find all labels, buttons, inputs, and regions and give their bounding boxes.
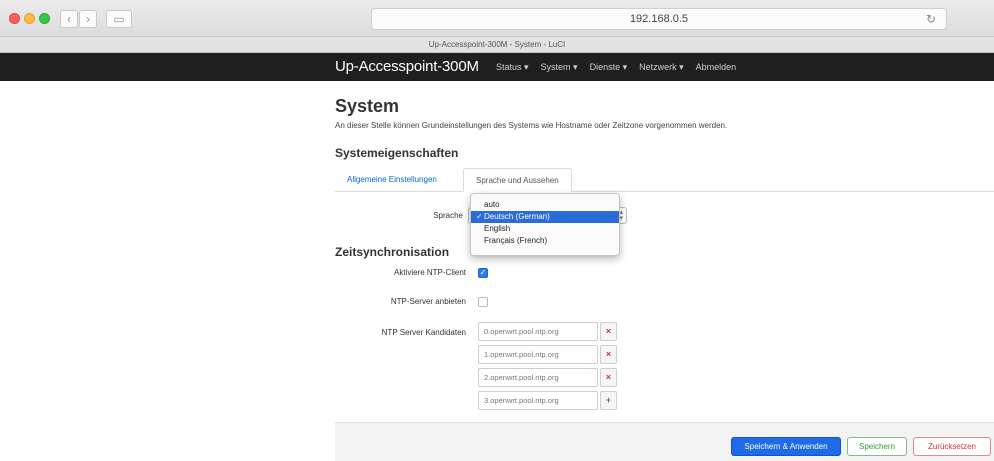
url-text: 192.168.0.5	[629, 13, 689, 25]
browser-toolbar: ‹ › ▭ 192.168.0.5 ↻	[0, 0, 994, 37]
brand-title[interactable]: Up-Accesspoint-300M	[335, 58, 479, 75]
sidebar-toggle-button[interactable]: ▭	[106, 10, 132, 28]
menu-system[interactable]: System ▾	[541, 62, 578, 73]
save-button[interactable]: Speichern	[847, 437, 907, 456]
main-menu: Status ▾ System ▾ Dienste ▾ Netzwerk ▾ A…	[496, 62, 736, 73]
ntp-server-input-3[interactable]: 3.openwrt.pool.ntp.org	[478, 391, 598, 410]
address-bar[interactable]: 192.168.0.5 ↻	[371, 8, 947, 30]
language-option-english[interactable]: English	[471, 223, 619, 235]
chevron-left-icon: ‹	[67, 12, 71, 26]
language-dropdown-menu: auto ✓ Deutsch (German) English Français…	[470, 193, 620, 256]
app-header: Up-Accesspoint-300M Status ▾ System ▾ Di…	[0, 53, 994, 81]
remove-server-button-1[interactable]: ×	[600, 345, 617, 364]
page-content: System An dieser Stelle können Grundeins…	[335, 96, 994, 130]
tab-language-appearance[interactable]: Sprache und Aussehen	[463, 168, 572, 192]
language-option-french[interactable]: Français (French)	[471, 235, 619, 247]
section-title-timesync: Zeitsynchronisation	[335, 245, 450, 259]
remove-server-button-0[interactable]: ×	[600, 322, 617, 341]
ntp-server-checkbox[interactable]	[478, 297, 488, 307]
settings-tabs: Allgemeine Einstellungen Sprache und Aus…	[335, 168, 994, 192]
ntp-server-input-0[interactable]: 0.openwrt.pool.ntp.org	[478, 322, 598, 341]
checkmark-icon: ✓	[476, 212, 483, 221]
option-label: English	[484, 224, 511, 233]
page-description: An dieser Stelle können Grundeinstellung…	[335, 121, 728, 130]
option-label: Français (French)	[484, 236, 548, 245]
section-title-properties: Systemeigenschaften	[335, 146, 459, 160]
tab-title: Up-Accesspoint-300M - System - LuCI	[428, 40, 566, 49]
ntp-server-input-2[interactable]: 2.openwrt.pool.ntp.org	[478, 368, 598, 387]
browser-tab[interactable]: Up-Accesspoint-300M - System - LuCI	[0, 37, 994, 53]
reload-icon[interactable]: ↻	[926, 9, 936, 29]
forward-button[interactable]: ›	[79, 10, 97, 28]
select-arrows-icon: ▴ ▾	[619, 209, 623, 222]
menu-dienste[interactable]: Dienste ▾	[590, 62, 628, 73]
menu-logout[interactable]: Abmelden	[696, 62, 737, 73]
language-option-deutsch[interactable]: ✓ Deutsch (German)	[471, 211, 619, 223]
back-button[interactable]: ‹	[60, 10, 78, 28]
sidebar-icon: ▭	[113, 12, 125, 26]
menu-netzwerk[interactable]: Netzwerk ▾	[639, 62, 684, 73]
chevron-right-icon: ›	[86, 12, 90, 26]
checkmark-icon: ✓	[479, 268, 487, 277]
language-label: Sprache	[433, 211, 463, 220]
remove-server-button-2[interactable]: ×	[600, 368, 617, 387]
ntp-client-checkbox[interactable]: ✓	[478, 268, 488, 278]
option-label: Deutsch (German)	[484, 212, 550, 221]
minimize-window-button[interactable]	[24, 13, 35, 24]
reset-button[interactable]: Zurücksetzen	[913, 437, 991, 456]
menu-status[interactable]: Status ▾	[496, 62, 529, 73]
ntp-client-label: Aktiviere NTP-Client	[393, 268, 466, 277]
save-apply-button[interactable]: Speichern & Anwenden	[731, 437, 841, 456]
option-label: auto	[484, 200, 500, 209]
ntp-server-input-1[interactable]: 1.openwrt.pool.ntp.org	[478, 345, 598, 364]
language-option-auto[interactable]: auto	[471, 199, 619, 211]
ntp-server-label: NTP-Server anbieten	[390, 297, 466, 306]
zoom-window-button[interactable]	[39, 13, 50, 24]
add-server-button[interactable]: +	[600, 391, 617, 410]
ntp-candidates-label: NTP Server Kandidaten	[381, 328, 466, 337]
page-title: System	[335, 96, 400, 116]
tab-general-settings[interactable]: Allgemeine Einstellungen	[335, 168, 449, 192]
close-window-button[interactable]	[9, 13, 20, 24]
